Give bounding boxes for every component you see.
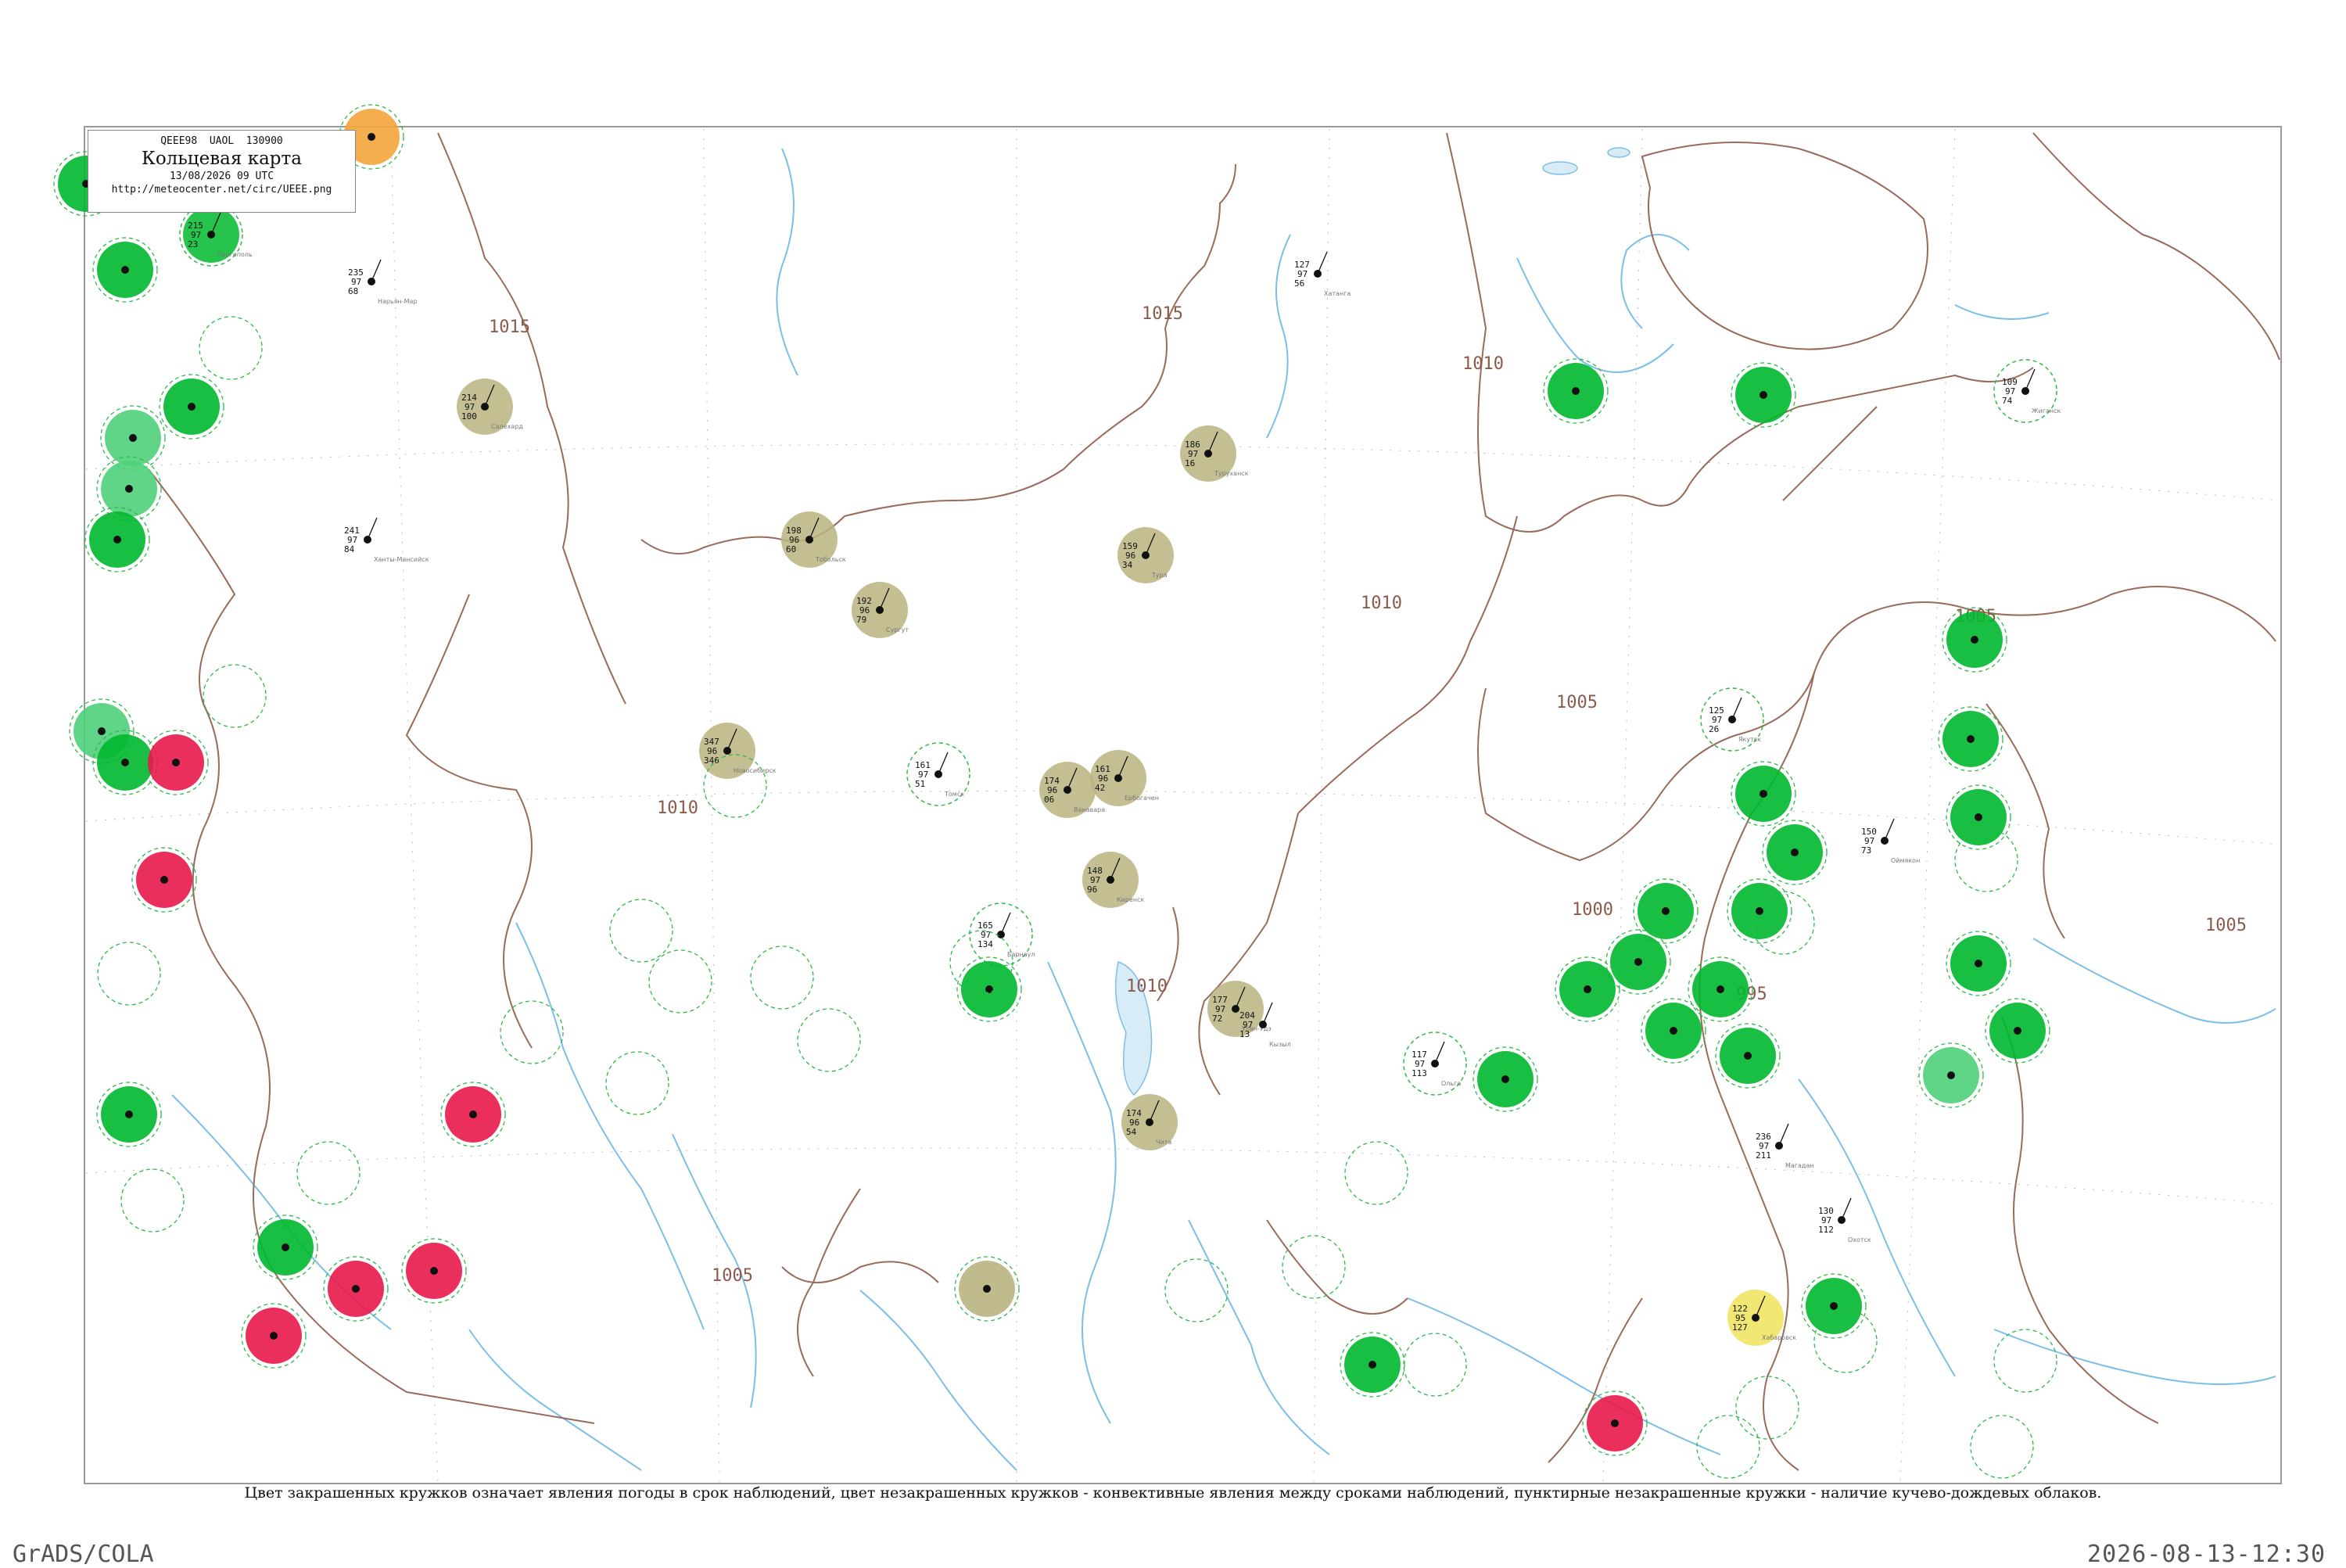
station-name: Охотск xyxy=(1848,1236,1871,1243)
dewpoint-value: 73 xyxy=(1861,845,1871,856)
isobar-label: 1005 xyxy=(2205,916,2247,935)
isobar-label: 1000 xyxy=(1572,900,1613,920)
dewpoint-value: 127 xyxy=(1732,1322,1748,1333)
dewpoint-value: 112 xyxy=(1818,1225,1834,1235)
isobar-label: 1015 xyxy=(489,318,530,337)
station-name: Туруханск xyxy=(1214,470,1249,477)
dewpoint-value: 26 xyxy=(1709,724,1719,734)
station-name: Новосибирск xyxy=(734,767,777,774)
dewpoint-value: 68 xyxy=(348,286,358,296)
isobar-label: 1010 xyxy=(1361,594,1402,613)
dewpoint-value: 54 xyxy=(1126,1127,1137,1137)
dewpoint-value: 113 xyxy=(1412,1068,1427,1078)
station-name: Жиганск xyxy=(2032,407,2061,414)
station-name: Нарьян-Мар xyxy=(378,298,418,305)
legend-caption: Цвет закрашенных кружков означает явлени… xyxy=(244,1484,2102,1502)
dewpoint-value: 72 xyxy=(1212,1014,1222,1024)
map-info-box: QEEE98 UAOL 130900 Кольцевая карта 13/08… xyxy=(88,130,356,213)
station-name: Ольга xyxy=(1441,1080,1461,1087)
dewpoint-value: 100 xyxy=(461,411,477,422)
dewpoint-value: 34 xyxy=(1122,560,1133,570)
weather-map: 1015 1015 1010 1010 1010 1010 1005 1005 … xyxy=(53,104,2282,1484)
station-name: Ербогачен xyxy=(1125,795,1159,802)
station-name: Оймякон xyxy=(1891,857,1920,864)
station-s8: 1599634Тура xyxy=(1117,527,1174,583)
map-title: Кольцевая карта xyxy=(142,149,302,169)
station-name: Хабаровск xyxy=(1762,1334,1796,1341)
isobar-label: 1005 xyxy=(712,1266,753,1286)
dewpoint-value: 13 xyxy=(1239,1029,1250,1039)
isobar-label: 1010 xyxy=(1126,977,1168,996)
station-name: Тобольск xyxy=(815,556,846,563)
isobar-label: 1010 xyxy=(657,798,698,818)
dewpoint-value: 16 xyxy=(1185,458,1195,468)
dewpoint-value: 79 xyxy=(856,615,866,625)
dewpoint-value: 23 xyxy=(188,239,198,249)
station-s19: 1749654Чита xyxy=(1121,1094,1178,1150)
dewpoint-value: 60 xyxy=(786,544,796,554)
isobar-label: 1005 xyxy=(1556,693,1598,712)
dewpoint-value: 06 xyxy=(1044,795,1054,805)
dewpoint-value: 56 xyxy=(1294,278,1304,289)
dewpoint-value: 134 xyxy=(978,939,993,949)
dewpoint-value: 211 xyxy=(1756,1150,1771,1161)
station-name: Томск xyxy=(944,791,964,798)
station-name: Сургут xyxy=(886,626,909,633)
station-name: Ханты-Мансийск xyxy=(374,556,429,563)
station-name: Магадан xyxy=(1785,1162,1814,1169)
dewpoint-value: 51 xyxy=(915,779,925,789)
station-name: Ванавара xyxy=(1074,806,1105,813)
bulletin-code: QEEE98 UAOL 130900 xyxy=(160,135,283,147)
isobar-label: 1010 xyxy=(1462,354,1504,374)
station-name: Киренск xyxy=(1117,896,1145,903)
dewpoint-value: 42 xyxy=(1095,783,1105,793)
dewpoint-value: 96 xyxy=(1087,884,1097,895)
dewpoint-value: 74 xyxy=(2002,396,2013,406)
map-date: 13/08/2026 09 UTC xyxy=(169,170,274,182)
station-name: Каргополь xyxy=(217,251,253,258)
dewpoint-value: 84 xyxy=(344,544,355,554)
map-url: http://meteocenter.net/circ/UEEE.png xyxy=(111,184,332,196)
station-name: Хатанга xyxy=(1324,290,1351,297)
station-name: Чита xyxy=(1156,1139,1171,1146)
station-name: Салехард xyxy=(491,423,523,430)
station-name: Кызыл xyxy=(1269,1041,1291,1048)
station-name: Якутск xyxy=(1738,736,1761,743)
isobar-label: 1015 xyxy=(1142,304,1183,324)
station-name: Тура xyxy=(1151,572,1168,579)
